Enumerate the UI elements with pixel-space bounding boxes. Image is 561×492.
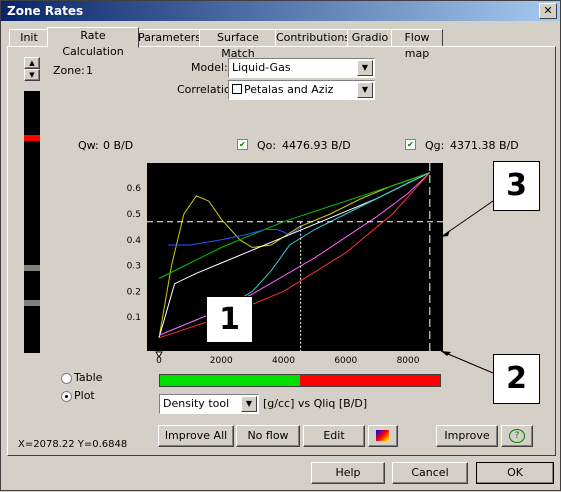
callout-3: 3	[493, 161, 540, 211]
callout-leaders	[440, 200, 494, 374]
zone-rates-window: Zone Rates ✕ Init Rate Calculation Param…	[0, 0, 561, 491]
arrow-2	[441, 351, 451, 356]
leader-2	[440, 350, 494, 374]
tab-rate-calculation[interactable]: Rate Calculation	[47, 27, 139, 58]
arrow-3	[441, 230, 450, 237]
callout-2: 2	[493, 354, 540, 404]
callout-1: 1	[206, 296, 253, 343]
